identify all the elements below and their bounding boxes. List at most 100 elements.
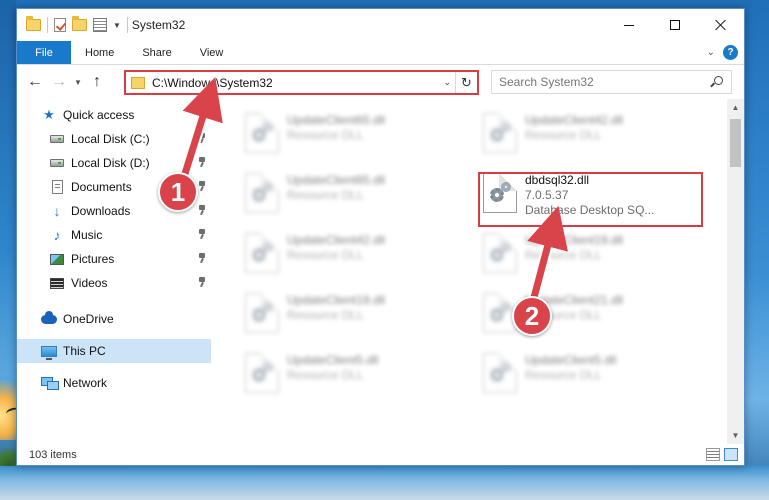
properties-check-icon[interactable] [54,18,66,32]
nav-item-label: Downloads [71,204,131,218]
tab-share[interactable]: Share [128,41,185,64]
pin-icon [197,205,207,216]
nav-item-label: Videos [71,276,108,290]
help-button[interactable]: ? [723,45,738,60]
address-dropdown-icon[interactable]: ⌄ [443,77,451,88]
nav-item-label: OneDrive [63,312,114,326]
nav-item-this-pc[interactable]: This PC [17,339,211,363]
forward-arrow-icon[interactable]: → [47,73,71,91]
callout-badge-2: 2 [512,296,552,336]
nav-item-label: Quick access [63,108,135,122]
ribbon-tabs: File Home Share View ⌄ ? [17,41,744,65]
download-icon: ↓ [53,203,61,219]
scroll-up-icon[interactable]: ▲ [727,99,744,116]
file-name: UpdateClient5.dll [287,353,379,367]
nav-item-onedrive[interactable]: OneDrive [17,307,211,331]
nav-item-videos[interactable]: Videos [17,271,211,295]
file-name: UpdateClient5.dll [525,353,617,367]
pin-icon [197,277,207,288]
nav-item-local-disk-c[interactable]: Local Disk (C:) [17,127,211,151]
tab-view[interactable]: View [186,41,238,64]
navigation-bar: ← → ▼ ↑ C:\Windows\System32 ⌄ ↻ [17,65,744,99]
address-bar[interactable]: C:\Windows\System32 ⌄ ↻ [124,70,479,95]
nav-item-label: Documents [71,180,132,194]
separator [126,17,128,33]
file-description: Resource DLL [287,368,364,382]
computer-icon [41,345,57,360]
music-icon: ♪ [53,227,61,243]
callout-badge-1: 1 [158,172,198,212]
document-icon [51,180,63,194]
tab-file[interactable]: File [17,41,71,64]
expand-ribbon-icon[interactable]: ⌄ [707,47,715,58]
file-item[interactable]: UpdateClient42.dll Resource DLL [477,107,707,163]
recent-locations-icon[interactable]: ▼ [71,78,85,87]
quick-access-toolbar: ▼ [17,16,128,33]
vertical-scrollbar[interactable]: ▲ ▼ [727,99,744,444]
pin-icon [197,229,207,240]
file-item[interactable]: UpdateClient19.dll Resource DLL [239,287,469,343]
scrollbar-thumb[interactable] [730,119,741,167]
file-item[interactable]: UpdateClient5.dll Resource DLL [239,347,469,403]
pin-icon [197,181,207,192]
explorer-window: ▼ System32 File Home Share View ⌄ ? ← → … [16,8,745,466]
pin-icon [197,157,207,168]
close-icon [715,19,727,31]
file-item[interactable]: UpdateClient65.dll Resource DLL [239,167,469,223]
scroll-down-icon[interactable]: ▼ [727,427,744,444]
title-bar: ▼ System32 [17,9,744,41]
file-description: Resource DLL [525,248,602,262]
dll-file-icon [483,233,517,273]
maximize-button[interactable] [652,9,698,41]
new-folder-icon[interactable] [72,16,87,31]
file-list: UpdateClient65.dll Resource DLL UpdateCl… [211,99,744,444]
view-buttons [706,448,738,461]
qat-dropdown-icon[interactable]: ▼ [113,21,121,30]
dll-file-icon [483,113,517,153]
refresh-icon[interactable]: ↻ [455,72,477,93]
video-icon [50,277,64,289]
nav-item-label: This PC [63,344,106,358]
search-input[interactable] [492,75,702,89]
navigation-pane: ★ Quick access Local Disk (C:) Local Dis… [17,99,211,444]
maximize-icon [670,20,680,30]
customize-icon[interactable] [93,18,107,32]
file-name: UpdateClient19.dll [525,233,624,247]
network-icon [41,377,59,390]
file-item[interactable]: UpdateClient5.dll Resource DLL [477,347,707,403]
file-item[interactable]: UpdateClient65.dll Resource DLL [239,107,469,163]
nav-item-network[interactable]: Network [17,371,211,395]
nav-item-pictures[interactable]: Pictures [17,247,211,271]
nav-item-label: Network [63,376,108,390]
file-description: Resource DLL [287,308,364,322]
search-icon[interactable] [714,76,723,85]
status-bar: 103 items [17,444,744,466]
content-area: ★ Quick access Local Disk (C:) Local Dis… [17,99,744,444]
file-name: UpdateClient65.dll [287,173,386,187]
separator [47,17,48,33]
ribbon-right-controls: ⌄ ? [707,45,738,60]
star-icon: ★ [43,107,55,122]
tab-home[interactable]: Home [71,41,128,64]
back-arrow-icon[interactable]: ← [23,73,47,91]
nav-item-label: Local Disk (D:) [71,156,150,170]
file-item[interactable]: UpdateClient19.dll Resource DLL [477,227,707,283]
close-button[interactable] [698,9,744,41]
nav-item-music[interactable]: ♪ Music [17,223,211,247]
up-arrow-icon[interactable]: ↑ [85,73,109,91]
file-description: Resource DLL [287,128,364,142]
file-item[interactable]: UpdateClient42.dll Resource DLL [239,227,469,283]
search-box[interactable] [491,70,732,94]
tiles-view-icon[interactable] [724,448,738,461]
minimize-button[interactable] [606,9,652,41]
details-view-icon[interactable] [706,448,720,461]
dll-file-icon [245,353,279,393]
file-name: UpdateClient19.dll [287,293,386,307]
address-path[interactable]: C:\Windows\System32 [152,76,273,90]
nav-item-quick-access[interactable]: ★ Quick access [17,103,211,127]
item-count: 103 items [29,449,77,461]
file-description: Resource DLL [525,368,602,382]
file-highlight-box [478,172,703,227]
nav-item-label: Local Disk (C:) [71,132,150,146]
disk-icon [50,159,64,167]
